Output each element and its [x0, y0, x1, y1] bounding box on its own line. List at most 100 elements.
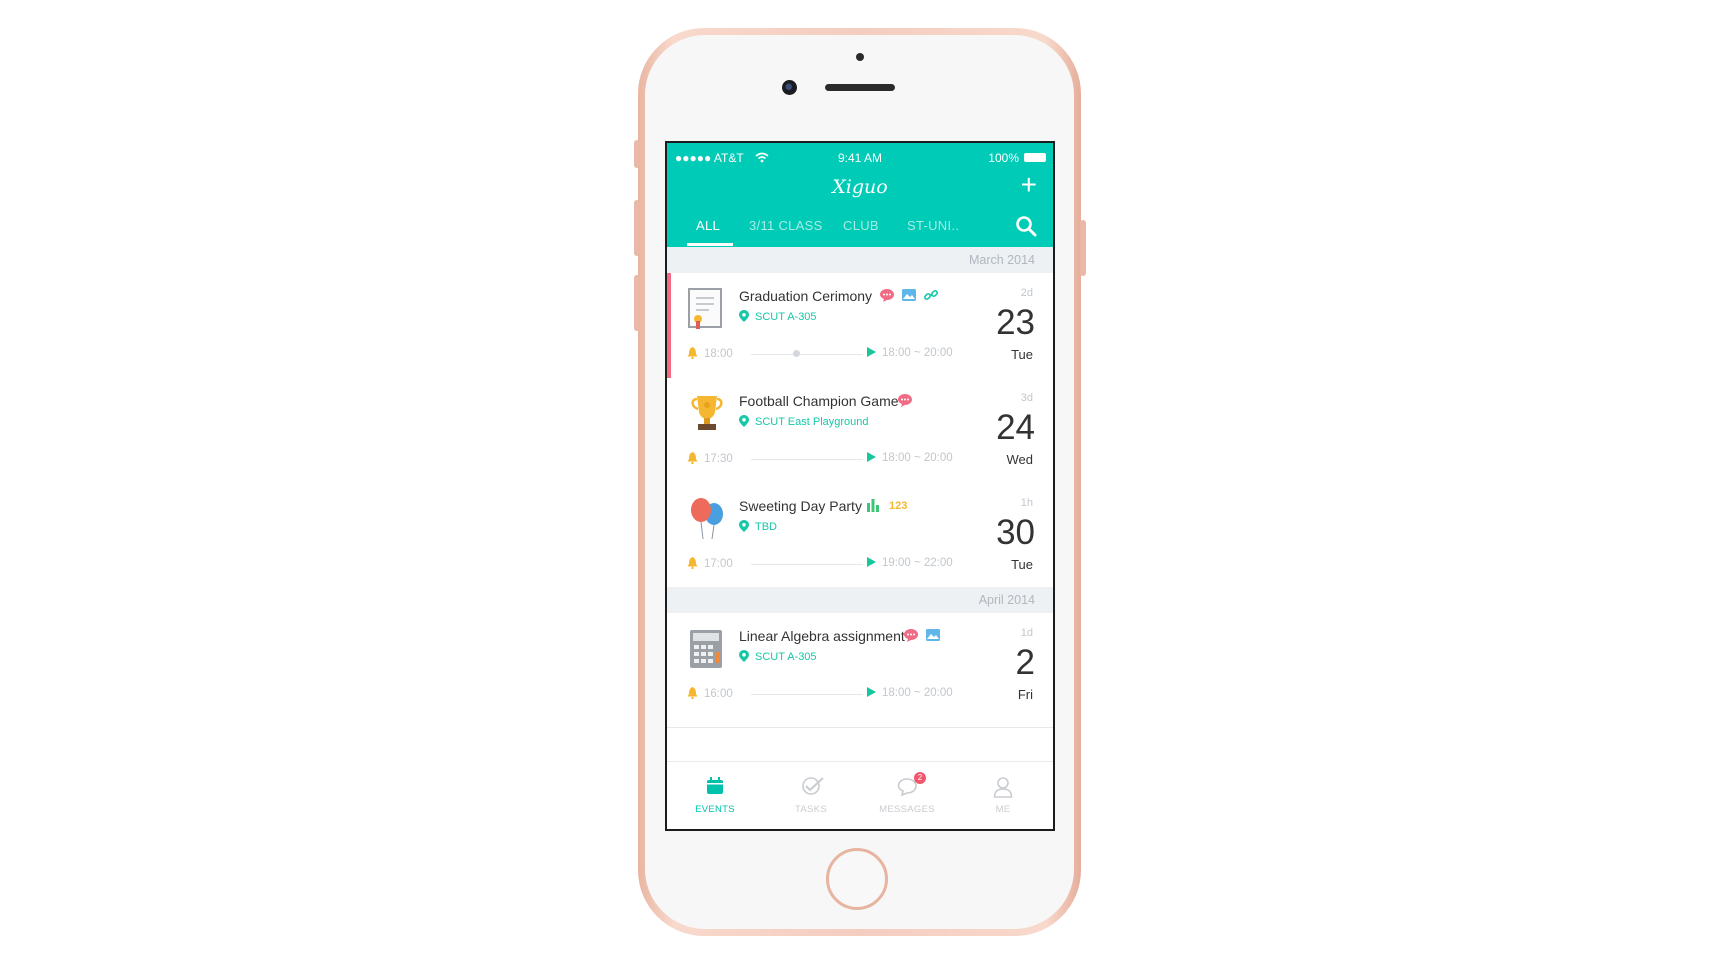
reminder: 16:00: [687, 687, 733, 700]
reminder-time: 17:30: [704, 453, 733, 465]
reminder-time: 18:00: [704, 348, 733, 360]
event-card[interactable]: Sweeting Day Party 123 TBD 1h 30 Tue 17:…: [667, 483, 1053, 597]
event-location: SCUT A-305: [739, 310, 817, 323]
event-location: SCUT A-305: [739, 650, 817, 663]
event-schedule: 18:00 18:00 ~ 20:00: [687, 347, 967, 361]
timeline-line: [751, 694, 863, 695]
tab-tasks[interactable]: TASKS: [763, 762, 859, 829]
play-icon: [867, 557, 876, 567]
image-icon: [902, 289, 916, 301]
event-card[interactable]: Linear Algebra assignment SCUT A-305 1d …: [667, 613, 1053, 728]
comment-icon: [880, 289, 894, 302]
link-icon: [923, 289, 939, 301]
event-day: 23: [996, 303, 1035, 342]
highlight-bar: [667, 273, 671, 387]
calendar-icon: [707, 777, 723, 794]
volume-up-button: [634, 200, 640, 256]
reminder: 17:30: [687, 452, 733, 465]
image-icon: [926, 629, 940, 641]
month-label: March 2014: [968, 253, 1035, 267]
event-location: SCUT East Playground: [739, 415, 869, 428]
location-pin-icon: [739, 650, 749, 662]
month-header: March 2014: [667, 247, 1053, 273]
tab-st-uni[interactable]: ST-UNI..: [907, 218, 959, 233]
reminder-time: 16:00: [704, 688, 733, 700]
tab-all[interactable]: ALL: [696, 218, 720, 233]
time-ago: 1d: [1020, 627, 1033, 639]
moon-icon: [793, 350, 800, 357]
bottom-tab-bar: EVENTS TASKS 2 MESSAGES ME: [667, 761, 1053, 829]
app-header: ●●●●● AT&T 9:41 AM 100% Xiguo + ALL 3/11…: [667, 143, 1053, 247]
event-card[interactable]: Graduation Cerimony SCUT A-305 2d 23 Tue…: [667, 273, 1053, 388]
tab-label: TASKS: [795, 804, 827, 815]
tab-me[interactable]: ME: [955, 762, 1051, 829]
time-range: 18:00 ~ 20:00: [867, 347, 953, 359]
calculator-icon: [690, 630, 722, 668]
tab-messages[interactable]: 2 MESSAGES: [859, 762, 955, 829]
location-pin-icon: [739, 520, 749, 532]
search-icon[interactable]: [1015, 215, 1037, 237]
location-pin-icon: [739, 310, 749, 322]
event-title: Graduation Cerimony: [739, 288, 873, 304]
timeline-line: [751, 354, 863, 355]
check-icon: [802, 777, 824, 795]
volume-down-button: [634, 275, 640, 331]
timeline-line: [751, 459, 863, 460]
proximity-sensor: [856, 53, 864, 61]
time-ago: 2d: [1020, 287, 1033, 299]
battery-icon: [1024, 153, 1046, 162]
bell-icon: [687, 557, 698, 569]
balloons-icon: [691, 498, 723, 540]
location-text: SCUT East Playground: [755, 416, 869, 428]
tab-events[interactable]: EVENTS: [667, 762, 763, 829]
event-day: 30: [996, 513, 1035, 552]
event-title: Linear Algebra assignment: [739, 628, 905, 644]
mute-switch: [634, 140, 640, 168]
location-text: SCUT A-305: [755, 311, 817, 323]
time-range-text: 18:00 ~ 20:00: [882, 687, 953, 699]
reminder-time: 17:00: [704, 558, 733, 570]
time-range-text: 18:00 ~ 20:00: [882, 452, 953, 464]
active-tab-indicator: [687, 243, 733, 246]
poll-icon: [867, 499, 879, 512]
battery-percent: 100%: [988, 151, 1019, 165]
tab-class[interactable]: 3/11 CLASS: [749, 218, 823, 233]
event-day: 24: [996, 408, 1035, 447]
time-range: 18:00 ~ 20:00: [867, 452, 953, 464]
event-title: Sweeting Day Party: [739, 498, 862, 514]
bell-icon: [687, 347, 698, 359]
tab-label: EVENTS: [695, 804, 735, 815]
tab-label: MESSAGES: [879, 804, 935, 815]
earpiece-speaker: [825, 84, 895, 91]
unread-badge: 2: [914, 772, 926, 784]
time-range: 18:00 ~ 20:00: [867, 687, 953, 699]
time-range-text: 18:00 ~ 20:00: [882, 347, 953, 359]
event-weekday: Tue: [1011, 347, 1033, 362]
bell-icon: [687, 687, 698, 699]
home-button[interactable]: [826, 848, 888, 910]
app-screen: ●●●●● AT&T 9:41 AM 100% Xiguo + ALL 3/11…: [665, 141, 1055, 831]
tab-club[interactable]: CLUB: [843, 218, 879, 233]
location-text: TBD: [755, 521, 777, 533]
month-header: April 2014: [667, 587, 1053, 613]
time-ago: 1h: [1020, 497, 1033, 509]
trophy-icon: [691, 396, 723, 430]
play-icon: [867, 347, 876, 357]
person-icon: [993, 777, 1013, 798]
event-card[interactable]: Football Champion Game SCUT East Playgro…: [667, 378, 1053, 493]
timeline-line: [751, 564, 863, 565]
add-icon[interactable]: +: [1021, 171, 1037, 199]
front-camera: [782, 80, 797, 95]
event-weekday: Fri: [1017, 687, 1033, 702]
play-icon: [867, 687, 876, 697]
reminder: 18:00: [687, 347, 733, 360]
number-icon: 123: [889, 500, 908, 512]
location-pin-icon: [739, 415, 749, 427]
month-label: April 2014: [978, 593, 1035, 607]
bell-icon: [687, 452, 698, 464]
power-button: [1080, 220, 1086, 276]
event-schedule: 17:00 19:00 ~ 22:00: [687, 557, 967, 571]
event-weekday: Wed: [1006, 452, 1034, 467]
event-title: Football Champion Game: [739, 393, 899, 409]
tab-label: ME: [995, 804, 1011, 815]
